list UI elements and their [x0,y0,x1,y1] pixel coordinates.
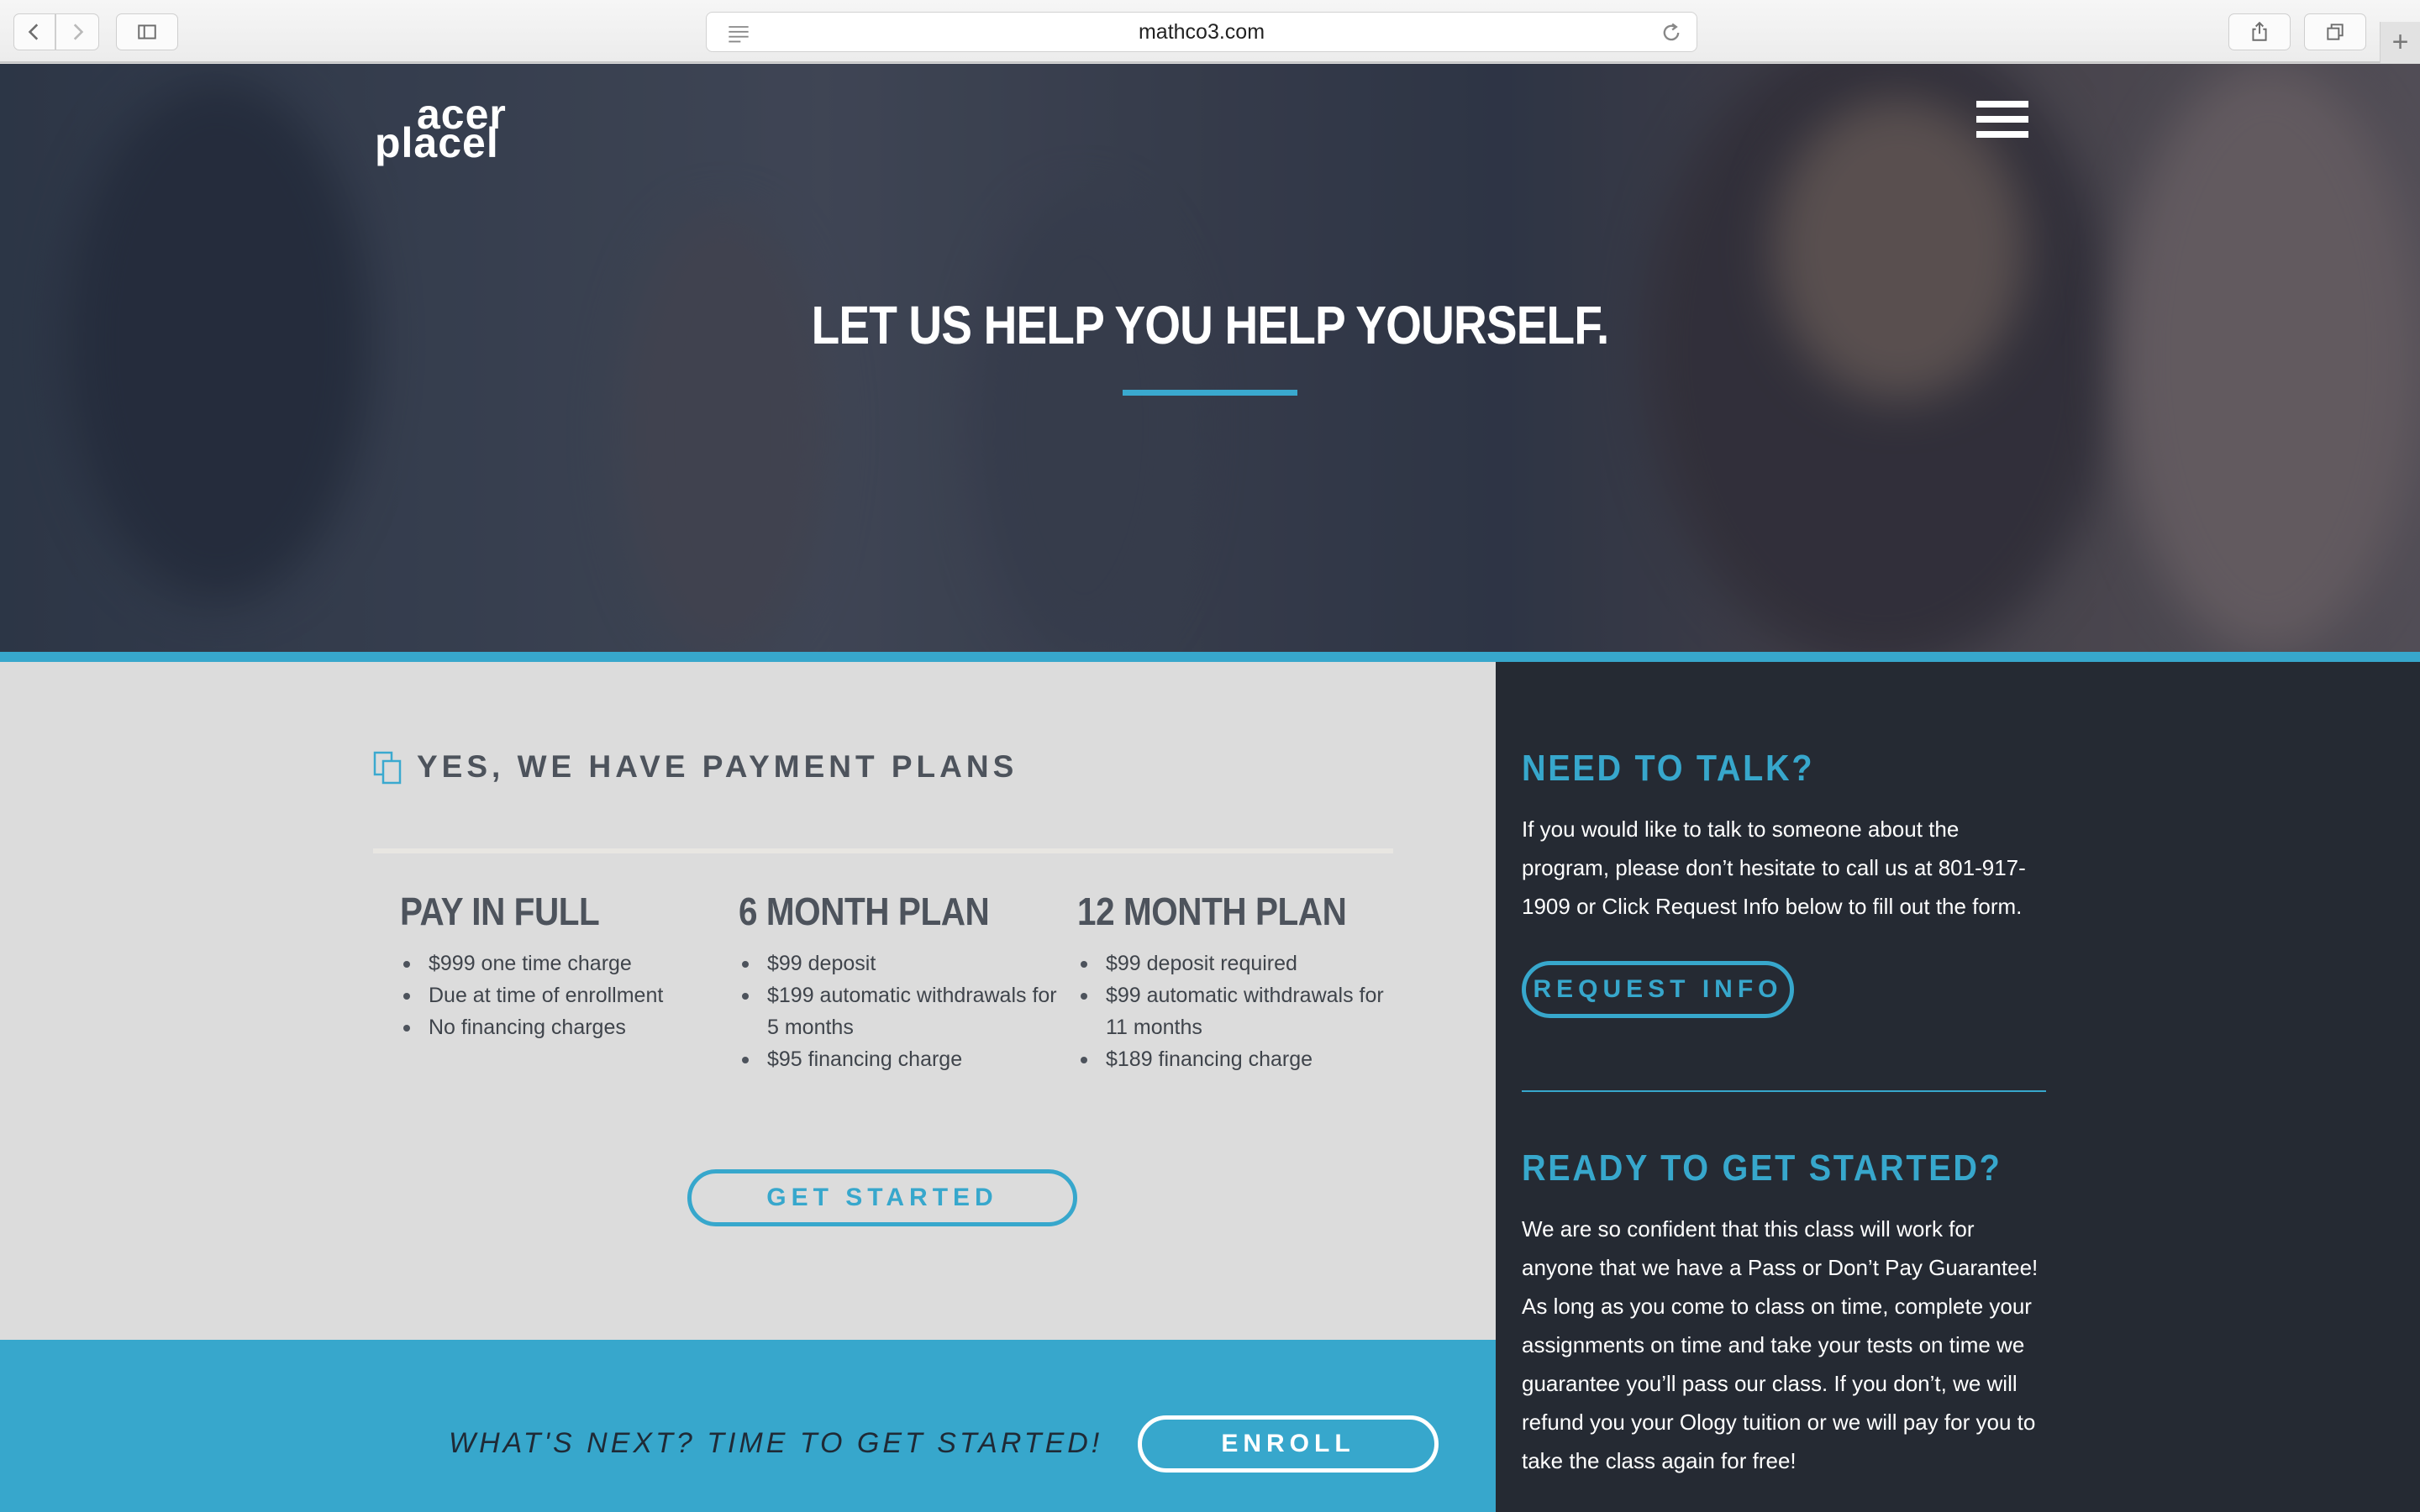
plan-detail-item: Due at time of enrollment [403,979,728,1011]
plan-detail-item: $189 financing charge [1081,1043,1405,1075]
tabs-icon [2327,24,2344,40]
plan-detail-item: $95 financing charge [742,1043,1066,1075]
sidebar-icon [138,24,156,39]
hero-title-underline [1123,390,1297,396]
sidebar-toggle-button[interactable] [116,13,178,50]
reload-icon[interactable] [1660,21,1683,45]
hero-title: LET US HELP YOU HELP YOURSELF. [811,295,1610,355]
address-bar[interactable]: mathco3.com [706,12,1697,52]
chevron-left-icon [28,24,39,40]
plan-detail-item: $99 automatic withdrawals for 11 months [1081,979,1405,1043]
chevron-right-icon [73,24,84,40]
sidebar-divider [1522,1090,2046,1092]
plus-icon: + [2391,26,2409,58]
ready-text: We are so confident that this class will… [1522,1216,2039,1473]
plan-detail-item: No financing charges [403,1011,728,1043]
plan-details: $99 deposit required $99 automatic withd… [1077,948,1405,1075]
enroll-button[interactable]: ENROLL [1138,1415,1439,1473]
back-button[interactable] [13,13,55,50]
plan-detail-item: $199 automatic withdrawals for 5 months [742,979,1066,1043]
new-tab-button[interactable]: + [2380,22,2420,63]
plan-detail-item: $999 one time charge [403,948,728,979]
request-info-button[interactable]: REQUEST INFO [1522,961,1794,1018]
share-button[interactable] [2228,13,2291,50]
plan-detail-item: $99 deposit [742,948,1066,979]
plan-title: PAY IN FULL [400,890,600,933]
forward-button[interactable] [55,13,99,50]
section-divider [0,652,2420,662]
logo-text-bottom: placel [375,119,499,166]
tab-overview-button[interactable] [2304,13,2366,50]
plan-pay-in-full: PAY IN FULL $999 one time charge Due at … [400,889,728,1043]
plan-12-month: 12 MONTH PLAN $99 deposit required $99 a… [1077,889,1405,1075]
get-started-button[interactable]: GET STARTED [687,1169,1077,1226]
share-icon [2252,21,2267,41]
need-to-talk-text: If you would like to talk to someone abo… [1522,816,2026,919]
hamburger-menu-icon[interactable] [1976,101,2028,148]
plan-details: $999 one time charge Due at time of enro… [400,948,728,1043]
enroll-prompt: WHAT'S NEXT? TIME TO GET STARTED! [449,1427,1103,1459]
browser-toolbar: mathco3.com + [0,0,2420,63]
contact-sidebar: NEED TO TALK? If you would like to talk … [1496,662,2420,1512]
site-logo[interactable]: acer placel [375,93,523,166]
url-text: mathco3.com [1138,19,1265,44]
documents-icon [373,751,402,785]
plan-6-month: 6 MONTH PLAN $99 deposit $199 automatic … [739,889,1066,1075]
plan-details: $99 deposit $199 automatic withdrawals f… [739,948,1066,1075]
plan-title: 6 MONTH PLAN [739,890,990,933]
hero-banner: acer placel LET US HELP YOU HELP YOURSEL… [0,64,2420,652]
payment-plans-heading: YES, WE HAVE PAYMENT PLANS [417,749,1018,784]
plan-detail-item: $99 deposit required [1081,948,1405,979]
payment-plans-section: YES, WE HAVE PAYMENT PLANS PAY IN FULL $… [0,662,1496,1340]
reader-icon[interactable] [727,23,750,43]
ready-heading: READY TO GET STARTED? [1522,1147,2002,1189]
need-to-talk-heading: NEED TO TALK? [1522,748,1815,789]
hero-overlay [0,64,2420,652]
enroll-bar: WHAT'S NEXT? TIME TO GET STARTED! ENROLL [0,1340,1496,1512]
payment-plans-divider [373,848,1393,853]
plan-title: 12 MONTH PLAN [1077,890,1347,933]
